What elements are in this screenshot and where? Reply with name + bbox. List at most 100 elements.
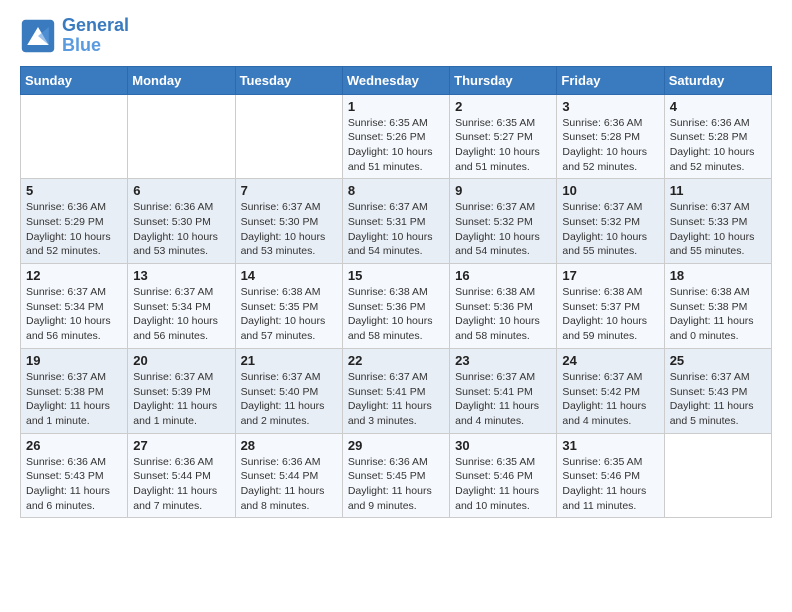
- calendar-cell: 12 Sunrise: 6:37 AM Sunset: 5:34 PM Dayli…: [21, 264, 128, 349]
- logo-text: GeneralBlue: [62, 16, 129, 56]
- day-header-tuesday: Tuesday: [235, 66, 342, 94]
- calendar-cell: 18 Sunrise: 6:38 AM Sunset: 5:38 PM Dayli…: [664, 264, 771, 349]
- day-header-sunday: Sunday: [21, 66, 128, 94]
- day-number: 26: [26, 438, 122, 453]
- calendar-cell: 20 Sunrise: 6:37 AM Sunset: 5:39 PM Dayli…: [128, 348, 235, 433]
- calendar-cell: 19Sunrise: 6:37 AM Sunset: 5:38 PM Dayli…: [21, 348, 128, 433]
- day-number: 8: [348, 183, 444, 198]
- day-number: 12: [26, 268, 122, 283]
- day-number: 21: [241, 353, 337, 368]
- day-number: 18: [670, 268, 766, 283]
- calendar-week-row: 26 Sunrise: 6:36 AM Sunset: 5:43 PM Dayli…: [21, 433, 772, 518]
- calendar-cell: 10 Sunrise: 6:37 AM Sunset: 5:32 PM Dayli…: [557, 179, 664, 264]
- day-number: 16: [455, 268, 551, 283]
- day-number: 20: [133, 353, 229, 368]
- calendar-cell: 29Sunrise: 6:36 AM Sunset: 5:45 PM Dayli…: [342, 433, 449, 518]
- calendar-cell: 27 Sunrise: 6:36 AM Sunset: 5:44 PM Dayli…: [128, 433, 235, 518]
- cell-content: Sunrise: 6:36 AM Sunset: 5:28 PM Dayligh…: [670, 116, 766, 175]
- day-number: 6: [133, 183, 229, 198]
- day-number: 1: [348, 99, 444, 114]
- calendar-cell: 9Sunrise: 6:37 AM Sunset: 5:32 PM Daylig…: [450, 179, 557, 264]
- calendar-cell: 4 Sunrise: 6:36 AM Sunset: 5:28 PM Daylig…: [664, 94, 771, 179]
- day-number: 11: [670, 183, 766, 198]
- cell-content: Sunrise: 6:37 AM Sunset: 5:43 PM Dayligh…: [670, 370, 766, 429]
- day-header-saturday: Saturday: [664, 66, 771, 94]
- day-number: 22: [348, 353, 444, 368]
- cell-content: Sunrise: 6:36 AM Sunset: 5:43 PM Dayligh…: [26, 455, 122, 514]
- day-number: 28: [241, 438, 337, 453]
- calendar-cell: 7Sunrise: 6:37 AM Sunset: 5:30 PM Daylig…: [235, 179, 342, 264]
- day-number: 13: [133, 268, 229, 283]
- calendar-cell: 14 Sunrise: 6:38 AM Sunset: 5:35 PM Dayli…: [235, 264, 342, 349]
- day-header-wednesday: Wednesday: [342, 66, 449, 94]
- calendar-cell: 2Sunrise: 6:35 AM Sunset: 5:27 PM Daylig…: [450, 94, 557, 179]
- day-header-friday: Friday: [557, 66, 664, 94]
- calendar-cell: [21, 94, 128, 179]
- calendar-cell: 15 Sunrise: 6:38 AM Sunset: 5:36 PM Dayli…: [342, 264, 449, 349]
- calendar-cell: 31Sunrise: 6:35 AM Sunset: 5:46 PM Dayli…: [557, 433, 664, 518]
- calendar-cell: [664, 433, 771, 518]
- calendar-table: SundayMondayTuesdayWednesdayThursdayFrid…: [20, 66, 772, 519]
- calendar-cell: 8 Sunrise: 6:37 AM Sunset: 5:31 PM Daylig…: [342, 179, 449, 264]
- calendar-cell: 17 Sunrise: 6:38 AM Sunset: 5:37 PM Dayli…: [557, 264, 664, 349]
- calendar-cell: 24Sunrise: 6:37 AM Sunset: 5:42 PM Dayli…: [557, 348, 664, 433]
- logo: GeneralBlue: [20, 16, 129, 56]
- cell-content: Sunrise: 6:38 AM Sunset: 5:37 PM Dayligh…: [562, 285, 658, 344]
- calendar-cell: 30Sunrise: 6:35 AM Sunset: 5:46 PM Dayli…: [450, 433, 557, 518]
- day-number: 25: [670, 353, 766, 368]
- cell-content: Sunrise: 6:38 AM Sunset: 5:38 PM Dayligh…: [670, 285, 766, 344]
- cell-content: Sunrise: 6:37 AM Sunset: 5:40 PM Dayligh…: [241, 370, 337, 429]
- calendar-week-row: 1Sunrise: 6:35 AM Sunset: 5:26 PM Daylig…: [21, 94, 772, 179]
- cell-content: Sunrise: 6:36 AM Sunset: 5:44 PM Dayligh…: [133, 455, 229, 514]
- calendar-cell: 26 Sunrise: 6:36 AM Sunset: 5:43 PM Dayli…: [21, 433, 128, 518]
- cell-content: Sunrise: 6:37 AM Sunset: 5:31 PM Dayligh…: [348, 200, 444, 259]
- logo-icon: [20, 18, 56, 54]
- cell-content: Sunrise: 6:36 AM Sunset: 5:44 PM Dayligh…: [241, 455, 337, 514]
- calendar-week-row: 19Sunrise: 6:37 AM Sunset: 5:38 PM Dayli…: [21, 348, 772, 433]
- day-number: 14: [241, 268, 337, 283]
- day-number: 5: [26, 183, 122, 198]
- day-number: 9: [455, 183, 551, 198]
- calendar-header-row: SundayMondayTuesdayWednesdayThursdayFrid…: [21, 66, 772, 94]
- cell-content: Sunrise: 6:38 AM Sunset: 5:36 PM Dayligh…: [455, 285, 551, 344]
- cell-content: Sunrise: 6:37 AM Sunset: 5:33 PM Dayligh…: [670, 200, 766, 259]
- cell-content: Sunrise: 6:37 AM Sunset: 5:39 PM Dayligh…: [133, 370, 229, 429]
- cell-content: Sunrise: 6:37 AM Sunset: 5:30 PM Dayligh…: [241, 200, 337, 259]
- day-number: 23: [455, 353, 551, 368]
- calendar-cell: 23 Sunrise: 6:37 AM Sunset: 5:41 PM Dayli…: [450, 348, 557, 433]
- calendar-cell: 5 Sunrise: 6:36 AM Sunset: 5:29 PM Daylig…: [21, 179, 128, 264]
- calendar-cell: 28 Sunrise: 6:36 AM Sunset: 5:44 PM Dayli…: [235, 433, 342, 518]
- calendar-cell: 1Sunrise: 6:35 AM Sunset: 5:26 PM Daylig…: [342, 94, 449, 179]
- cell-content: Sunrise: 6:38 AM Sunset: 5:36 PM Dayligh…: [348, 285, 444, 344]
- day-number: 17: [562, 268, 658, 283]
- calendar-cell: 22 Sunrise: 6:37 AM Sunset: 5:41 PM Dayli…: [342, 348, 449, 433]
- calendar-cell: 16 Sunrise: 6:38 AM Sunset: 5:36 PM Dayli…: [450, 264, 557, 349]
- cell-content: Sunrise: 6:37 AM Sunset: 5:34 PM Dayligh…: [133, 285, 229, 344]
- cell-content: Sunrise: 6:38 AM Sunset: 5:35 PM Dayligh…: [241, 285, 337, 344]
- day-number: 29: [348, 438, 444, 453]
- day-number: 24: [562, 353, 658, 368]
- day-number: 31: [562, 438, 658, 453]
- day-number: 3: [562, 99, 658, 114]
- cell-content: Sunrise: 6:37 AM Sunset: 5:41 PM Dayligh…: [348, 370, 444, 429]
- day-number: 27: [133, 438, 229, 453]
- calendar-cell: [235, 94, 342, 179]
- page-header: GeneralBlue: [20, 16, 772, 56]
- cell-content: Sunrise: 6:36 AM Sunset: 5:29 PM Dayligh…: [26, 200, 122, 259]
- calendar-week-row: 5 Sunrise: 6:36 AM Sunset: 5:29 PM Daylig…: [21, 179, 772, 264]
- cell-content: Sunrise: 6:37 AM Sunset: 5:41 PM Dayligh…: [455, 370, 551, 429]
- cell-content: Sunrise: 6:37 AM Sunset: 5:32 PM Dayligh…: [562, 200, 658, 259]
- calendar-cell: [128, 94, 235, 179]
- cell-content: Sunrise: 6:35 AM Sunset: 5:27 PM Dayligh…: [455, 116, 551, 175]
- day-number: 19: [26, 353, 122, 368]
- day-number: 4: [670, 99, 766, 114]
- calendar-week-row: 12 Sunrise: 6:37 AM Sunset: 5:34 PM Dayli…: [21, 264, 772, 349]
- calendar-cell: 11 Sunrise: 6:37 AM Sunset: 5:33 PM Dayli…: [664, 179, 771, 264]
- calendar-cell: 13 Sunrise: 6:37 AM Sunset: 5:34 PM Dayli…: [128, 264, 235, 349]
- day-number: 15: [348, 268, 444, 283]
- day-header-thursday: Thursday: [450, 66, 557, 94]
- day-header-monday: Monday: [128, 66, 235, 94]
- cell-content: Sunrise: 6:37 AM Sunset: 5:34 PM Dayligh…: [26, 285, 122, 344]
- day-number: 10: [562, 183, 658, 198]
- cell-content: Sunrise: 6:36 AM Sunset: 5:28 PM Dayligh…: [562, 116, 658, 175]
